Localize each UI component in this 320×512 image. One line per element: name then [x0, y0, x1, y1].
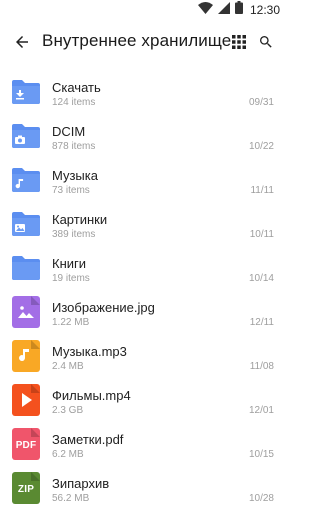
image-file-icon — [12, 296, 40, 328]
folder-icon — [12, 256, 40, 280]
arrow-back-icon — [16, 36, 28, 48]
item-meta: 19 items — [52, 273, 90, 284]
status-bar: 12:30 — [0, 0, 288, 20]
back-button[interactable] — [10, 30, 34, 54]
item-meta: 2.3 GB — [52, 405, 84, 416]
toolbar: Внутреннее хранилище — [0, 20, 288, 64]
item-name: Картинки — [52, 212, 108, 227]
zip-file-icon: ZIP — [12, 472, 40, 504]
item-date: 10/14 — [248, 273, 274, 284]
list-item[interactable]: Музыка 73 items 11/11 — [0, 154, 288, 198]
zip-label: ZIP — [17, 484, 35, 495]
item-date: 11/08 — [249, 361, 274, 372]
pdf-label: PDF — [15, 440, 37, 451]
file-list: Скачать 124 items 09/31 DCIM 878 items 1… — [0, 66, 288, 506]
pictures-folder-icon — [12, 212, 40, 236]
page-title: Внутреннее хранилище — [42, 31, 232, 50]
status-time: 12:30 — [249, 3, 280, 17]
grid-view-button[interactable] — [227, 30, 251, 54]
item-date: 10/11 — [249, 229, 274, 240]
item-name: DCIM — [52, 124, 86, 139]
item-meta: 124 items — [52, 97, 96, 108]
battery-icon — [234, 1, 243, 19]
item-date: 10/15 — [248, 449, 274, 460]
list-item[interactable]: Изображение.jpg 1.22 MB 12/11 — [0, 286, 288, 330]
list-item[interactable]: Книги 19 items 10/14 — [0, 242, 288, 286]
item-meta: 878 items — [52, 141, 96, 152]
list-item[interactable]: Музыка.mp3 2.4 MB 11/08 — [0, 330, 288, 374]
list-item[interactable]: ZIP Зипархив 56.2 MB 10/28 — [0, 462, 288, 506]
list-item[interactable]: Скачать 124 items 09/31 — [0, 66, 288, 110]
pdf-file-icon: PDF — [12, 428, 40, 460]
item-name: Изображение.jpg — [52, 300, 155, 315]
item-date: 11/11 — [250, 185, 274, 196]
item-meta: 6.2 MB — [52, 449, 84, 460]
item-date: 12/01 — [248, 405, 274, 416]
item-meta: 56.2 MB — [52, 493, 90, 504]
item-name: Музыка — [52, 168, 98, 183]
signal-icon — [217, 1, 230, 19]
camera-folder-icon — [12, 124, 40, 148]
video-file-icon — [12, 384, 40, 416]
item-name: Фильмы.mp4 — [52, 388, 131, 403]
item-meta: 389 items — [52, 229, 96, 240]
item-name: Книги — [52, 256, 87, 271]
music-folder-icon — [12, 168, 40, 192]
search-button[interactable] — [254, 30, 278, 54]
item-name: Музыка.mp3 — [52, 344, 127, 359]
item-name: Скачать — [52, 80, 101, 95]
download-folder-icon — [12, 80, 40, 104]
item-name: Зипархив — [52, 476, 110, 491]
list-item[interactable]: DCIM 878 items 10/22 — [0, 110, 288, 154]
wifi-icon — [197, 1, 213, 19]
search-icon — [260, 36, 272, 48]
item-name: Заметки.pdf — [52, 432, 124, 447]
item-meta: 1.22 MB — [52, 317, 90, 328]
item-meta: 73 items — [52, 185, 90, 196]
item-date: 10/28 — [248, 493, 274, 504]
grid-icon — [232, 35, 246, 49]
item-date: 10/22 — [248, 141, 274, 152]
audio-file-icon — [12, 340, 40, 372]
item-meta: 2.4 MB — [52, 361, 84, 372]
item-date: 12/11 — [249, 317, 274, 328]
list-item[interactable]: Фильмы.mp4 2.3 GB 12/01 — [0, 374, 288, 418]
list-item[interactable]: PDF Заметки.pdf 6.2 MB 10/15 — [0, 418, 288, 462]
item-date: 09/31 — [248, 97, 274, 108]
list-item[interactable]: Картинки 389 items 10/11 — [0, 198, 288, 242]
